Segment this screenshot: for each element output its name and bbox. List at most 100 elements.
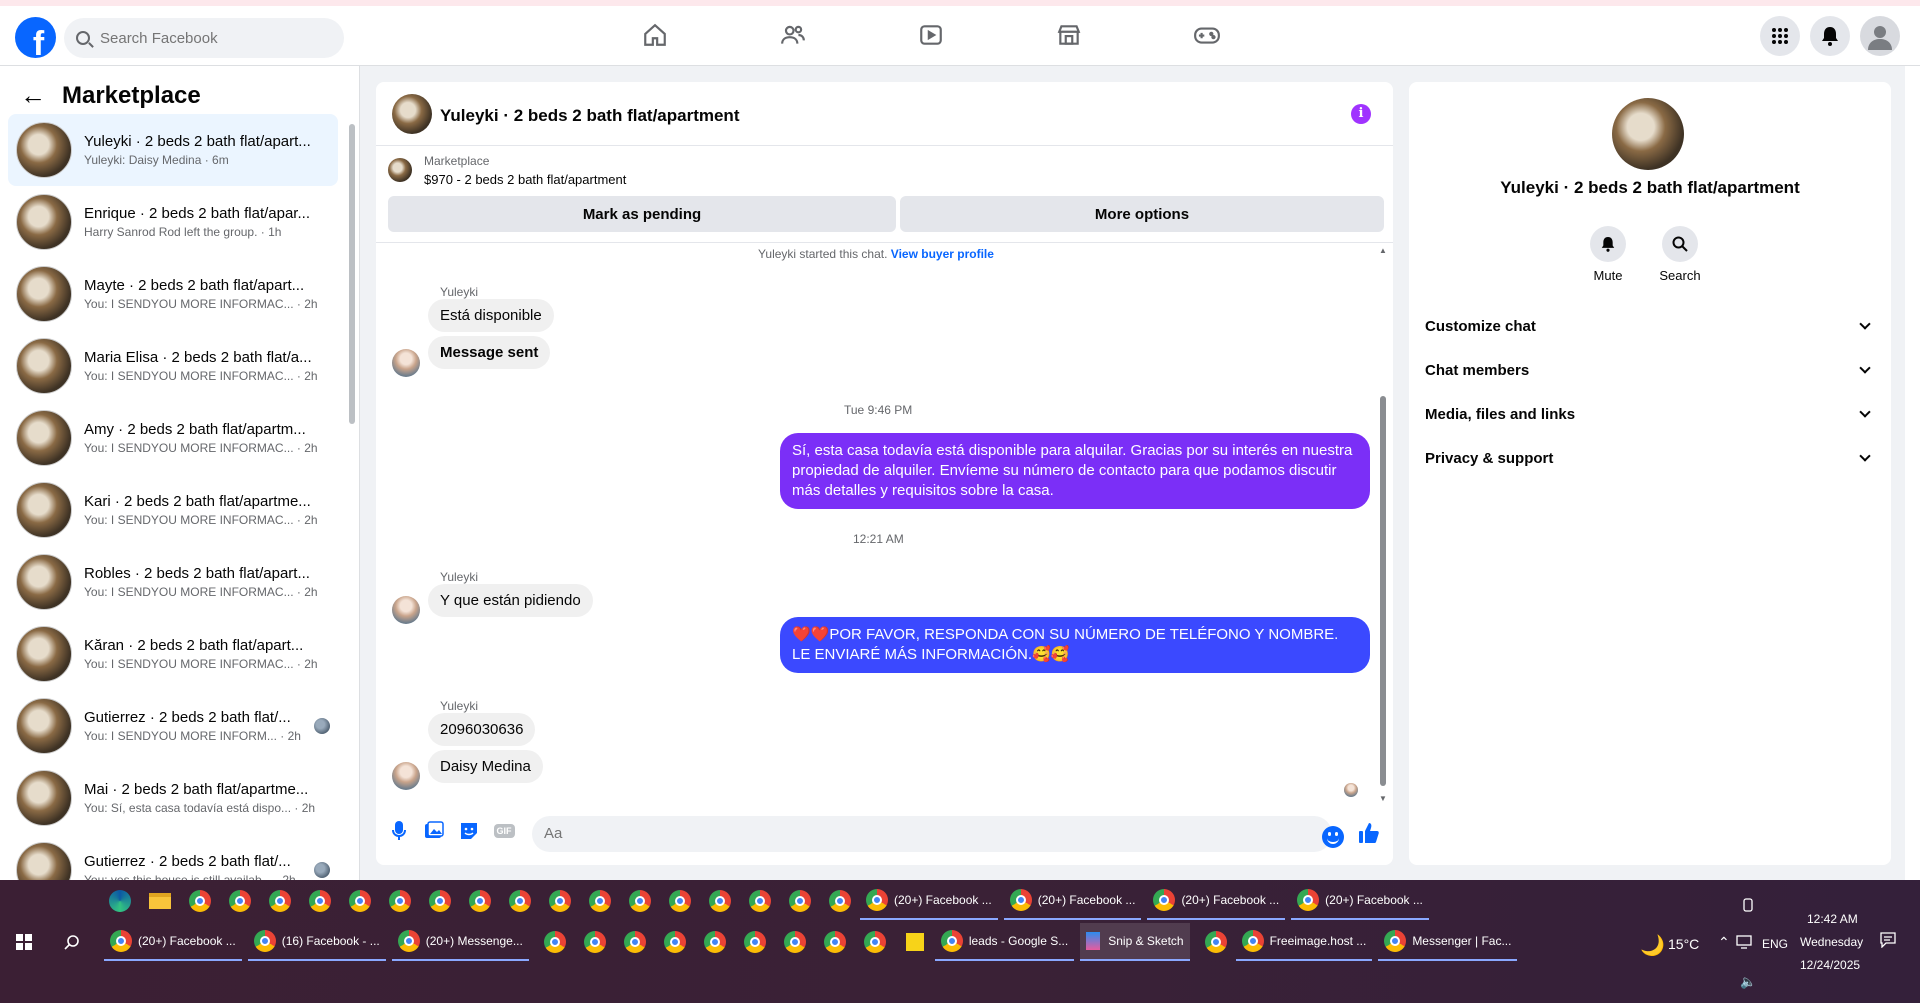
sender-avatar[interactable] [392, 762, 420, 790]
chrome-icon[interactable] [695, 923, 735, 961]
incoming-message[interactable]: Y que están pidiendo [428, 584, 593, 617]
sender-avatar[interactable] [392, 349, 420, 377]
chrome-icon[interactable] [575, 923, 615, 961]
conversation-item[interactable]: Enrique · 2 beds 2 bath flat/apar... Harr… [8, 186, 338, 258]
chat-scroll-thumb[interactable] [1380, 396, 1386, 786]
video-icon[interactable] [916, 20, 946, 50]
marketplace-icon[interactable] [1054, 20, 1084, 50]
taskbar-window-tab[interactable]: (16) Facebook - ... [247, 923, 386, 961]
language-indicator[interactable]: ENG [1762, 937, 1788, 951]
sender-avatar[interactable] [392, 596, 420, 624]
taskbar-date[interactable]: 12/24/2025 [1800, 958, 1860, 972]
window-scrollbar[interactable] [1905, 66, 1920, 880]
message-input[interactable] [544, 825, 1244, 842]
sticker-icon[interactable] [458, 820, 480, 842]
more-options-button[interactable]: More options [900, 196, 1384, 232]
menu-grid-icon[interactable] [1760, 16, 1800, 56]
chat-scrollbar[interactable]: ▲ ▼ [1378, 246, 1388, 806]
account-icon[interactable] [1860, 16, 1900, 56]
conversation-item[interactable]: Robles · 2 beds 2 bath flat/apart... You:… [8, 546, 338, 618]
chrome-icon[interactable] [535, 923, 575, 961]
chrome-icon[interactable] [540, 882, 580, 920]
search-box[interactable] [64, 18, 344, 58]
details-avatar[interactable] [1612, 98, 1684, 170]
message-input-wrapper[interactable] [532, 816, 1332, 852]
conversation-item[interactable]: Yuleyki · 2 beds 2 bath flat/apart... Yul… [8, 114, 338, 186]
incoming-message[interactable]: Message sent [428, 336, 551, 369]
outgoing-message[interactable]: Sí, esta casa todavía está disponible pa… [780, 433, 1370, 509]
taskbar-search-icon[interactable] [52, 923, 92, 961]
tray-chevron-up-icon[interactable]: ⌃ [1718, 934, 1730, 951]
chrome-icon[interactable] [780, 882, 820, 920]
chrome-icon[interactable] [820, 882, 860, 920]
windows-start-icon[interactable] [4, 923, 44, 961]
chrome-icon[interactable] [580, 882, 620, 920]
incoming-message[interactable]: Daisy Medina [428, 750, 543, 783]
mark-as-pending-button[interactable]: Mark as pending [388, 196, 896, 232]
mute-button[interactable]: Mute [1578, 226, 1638, 283]
media-files-links-section[interactable]: Media, files and links [1425, 392, 1875, 436]
chrome-icon[interactable] [340, 882, 380, 920]
chrome-icon[interactable] [655, 923, 695, 961]
taskbar-window-tab[interactable]: Messenger | Fac... [1378, 923, 1518, 961]
chrome-icon[interactable] [300, 882, 340, 920]
taskbar-window-tab[interactable]: (20+) Facebook ... [1291, 882, 1429, 920]
chrome-icon[interactable] [735, 923, 775, 961]
customize-chat-section[interactable]: Customize chat [1425, 304, 1875, 348]
home-icon[interactable] [640, 20, 670, 50]
microphone-icon[interactable] [388, 820, 410, 842]
taskbar-window-tab[interactable]: leads - Google S... [934, 923, 1075, 961]
taskbar-window-tab[interactable]: (20+) Facebook ... [860, 882, 998, 920]
chrome-icon[interactable] [420, 882, 460, 920]
taskbar-time[interactable]: 12:42 AM [1807, 912, 1858, 926]
gif-icon[interactable]: GIF [493, 820, 515, 842]
chrome-icon[interactable] [1196, 923, 1236, 961]
taskbar-day[interactable]: Wednesday [1800, 935, 1863, 949]
back-arrow-icon[interactable]: ← [20, 80, 46, 111]
snip-sketch-tab[interactable]: Snip & Sketch [1080, 923, 1190, 961]
facebook-logo[interactable]: f [15, 17, 56, 58]
network-icon[interactable] [1736, 935, 1752, 952]
search-conversation-button[interactable]: Search [1650, 226, 1710, 283]
privacy-support-section[interactable]: Privacy & support [1425, 436, 1875, 480]
taskbar-window-tab[interactable]: (20+) Facebook ... [1003, 882, 1142, 920]
sidebar-scrollbar[interactable] [348, 116, 356, 871]
conversation-item[interactable]: Mai · 2 beds 2 bath flat/apartme... You: … [8, 762, 338, 834]
sidebar-scroll-thumb[interactable] [349, 124, 355, 424]
chrome-icon[interactable] [180, 882, 220, 920]
emoji-icon[interactable] [1322, 826, 1344, 848]
chat-avatar[interactable] [392, 94, 432, 134]
chrome-icon[interactable] [855, 923, 895, 961]
chrome-icon[interactable] [660, 882, 700, 920]
taskbar-window-tab[interactable]: Freeimage.host ... [1235, 923, 1373, 961]
outgoing-message[interactable]: ❤️❤️POR FAVOR, RESPONDA CON SU NÚMERO DE… [780, 617, 1370, 673]
thumbs-up-icon[interactable] [1358, 822, 1380, 844]
weather-moon-icon[interactable]: 🌙 [1640, 933, 1665, 958]
volume-icon[interactable]: 🔈 [1740, 974, 1756, 990]
meet-now-icon[interactable] [1742, 898, 1754, 915]
notifications-icon[interactable] [1810, 16, 1850, 56]
scroll-up-icon[interactable]: ▲ [1379, 246, 1387, 255]
chrome-icon[interactable] [615, 923, 655, 961]
conversation-item[interactable]: Mayte · 2 beds 2 bath flat/apart... You: … [8, 258, 338, 330]
taskbar-window-tab[interactable]: (20+) Facebook ... [104, 923, 242, 961]
conversation-item[interactable]: Maria Elisa · 2 beds 2 bath flat/a... You… [8, 330, 338, 402]
conversation-item[interactable]: Amy · 2 beds 2 bath flat/apartm... You: I… [8, 402, 338, 474]
chrome-icon[interactable] [620, 882, 660, 920]
photo-icon[interactable] [423, 820, 445, 842]
chrome-icon[interactable] [260, 882, 300, 920]
search-input[interactable] [100, 29, 320, 47]
taskbar-window-tab[interactable]: (20+) Messenge... [391, 923, 529, 961]
incoming-message[interactable]: 2096030636 [428, 713, 536, 746]
chat-members-section[interactable]: Chat members [1425, 348, 1875, 392]
weather-temperature[interactable]: 15°C [1668, 936, 1699, 952]
chrome-icon[interactable] [815, 923, 855, 961]
conversation-item[interactable]: Kari · 2 beds 2 bath flat/apartme... You:… [8, 474, 338, 546]
conversation-item[interactable]: Kăran · 2 beds 2 bath flat/apart... You: … [8, 618, 338, 690]
notification-center-icon[interactable] [1880, 932, 1896, 951]
chrome-icon[interactable] [775, 923, 815, 961]
incoming-message[interactable]: Está disponible [428, 299, 554, 332]
chrome-icon[interactable] [220, 882, 260, 920]
chat-title[interactable]: Yuleyki · 2 beds 2 bath flat/apartment [440, 106, 739, 126]
chrome-icon[interactable] [500, 882, 540, 920]
